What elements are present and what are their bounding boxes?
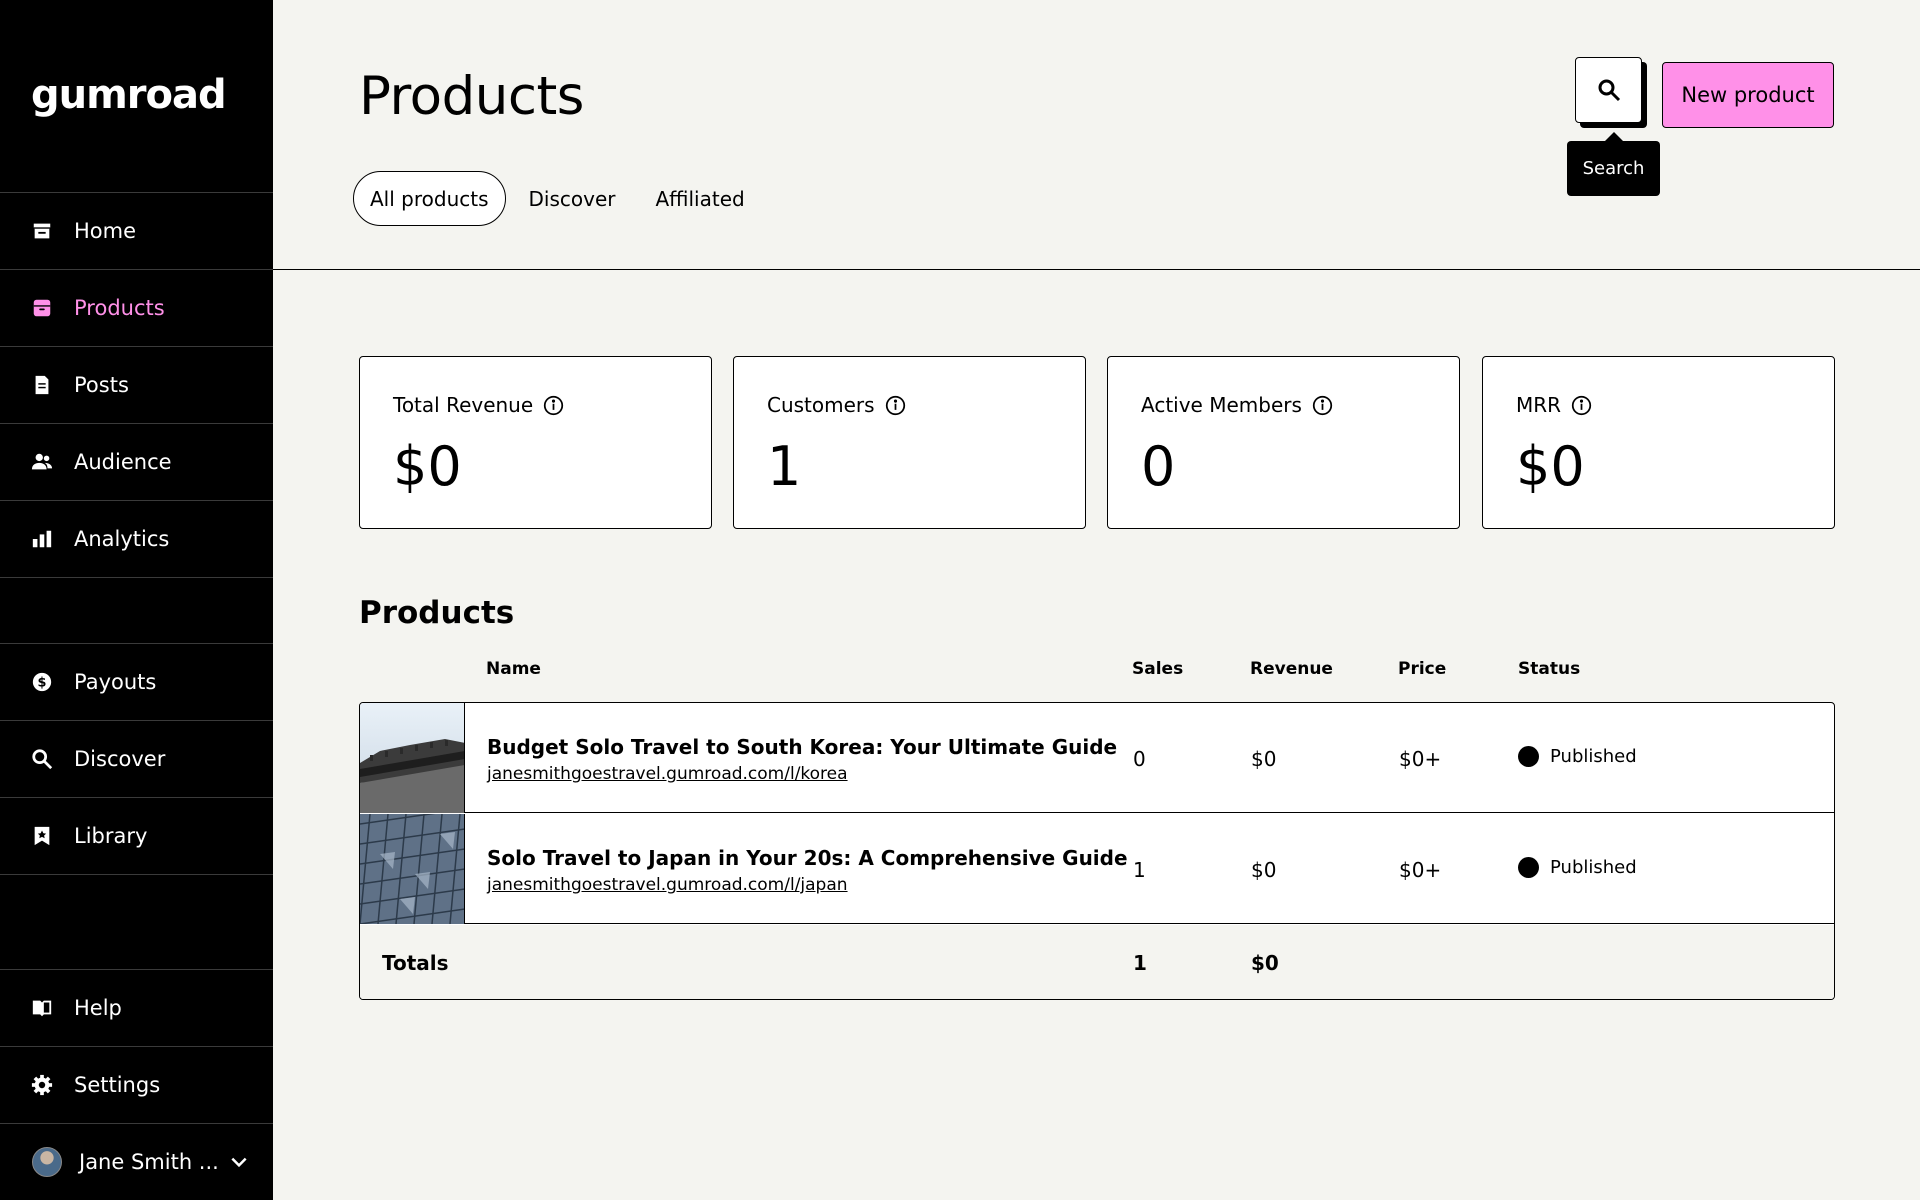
dollar-icon: $ [31,671,53,693]
status-label: Published [1550,857,1637,878]
status-dot-icon [1518,857,1539,878]
status-badge: Published [1518,857,1637,878]
column-header-sales[interactable]: Sales [1132,659,1183,679]
sidebar-item-discover[interactable]: Discover [0,720,273,797]
stat-value: 0 [1141,435,1176,498]
store-icon [31,220,53,242]
bookmark-icon [31,825,53,847]
sidebar-item-products[interactable]: Products [0,269,273,346]
totals-revenue: $0 [1251,951,1279,975]
stat-label: Total Revenue [393,393,534,417]
products-table: Budget Solo Travel to South Korea: Your … [359,702,1835,1000]
sidebar-item-analytics[interactable]: Analytics [0,500,273,577]
sidebar-item-label: Home [74,219,137,243]
stat-value: $0 [1516,435,1585,498]
sidebar-item-label: Products [74,296,165,320]
info-icon[interactable] [1312,395,1333,416]
svg-text:$: $ [38,676,47,691]
products-section-title: Products [359,595,515,631]
sidebar-item-settings[interactable]: Settings [0,1046,273,1123]
info-icon[interactable] [543,395,564,416]
search-icon [1598,79,1620,102]
product-url-link[interactable]: janesmithgoestravel.gumroad.com/l/japan [487,875,848,895]
info-icon[interactable] [1571,395,1592,416]
totals-row: Totals 1 $0 [360,925,1834,999]
stat-label: MRR [1516,393,1562,417]
archive-icon [31,297,53,319]
product-url-link[interactable]: janesmithgoestravel.gumroad.com/l/korea [487,764,848,784]
sidebar-item-label: Discover [74,747,166,771]
table-row[interactable]: Solo Travel to Japan in Your 20s: A Comp… [360,814,1834,924]
product-sales: 1 [1133,858,1146,882]
bar-chart-icon [31,528,53,550]
sidebar-item-label: Audience [74,450,172,474]
column-header-name[interactable]: Name [486,659,541,679]
stat-card-total-revenue: Total Revenue $0 [359,356,712,529]
search-icon [31,748,53,770]
search-tooltip: Search [1567,132,1660,196]
status-dot-icon [1518,746,1539,767]
sidebar-divider [0,874,273,875]
column-header-status[interactable]: Status [1518,659,1580,679]
sidebar-item-label: Settings [74,1073,161,1097]
document-icon [31,374,53,396]
sidebar-divider [0,577,273,578]
stat-card-customers: Customers 1 [733,356,1086,529]
sidebar-item-help[interactable]: Help [0,969,273,1046]
product-price: $0+ [1399,858,1442,882]
stat-card-mrr: MRR $0 [1482,356,1835,529]
product-sales: 0 [1133,747,1146,771]
sidebar-item-label: Payouts [74,670,157,694]
status-label: Published [1550,746,1637,767]
column-header-price[interactable]: Price [1398,659,1446,679]
page-title: Products [359,66,584,127]
people-icon [31,451,53,473]
product-thumbnail [360,814,465,924]
book-icon [31,997,53,1019]
gear-icon [31,1074,53,1096]
totals-label: Totals [382,951,449,975]
sidebar-item-label: Help [74,996,122,1020]
user-menu[interactable]: Jane Smith ... [0,1123,273,1200]
stat-label: Customers [767,393,875,417]
table-row[interactable]: Budget Solo Travel to South Korea: Your … [360,703,1834,813]
stat-label: Active Members [1141,393,1302,417]
stat-value: 1 [767,435,802,498]
user-name: Jane Smith ... [79,1150,219,1174]
sidebar-item-library[interactable]: Library [0,797,273,874]
sidebar-item-label: Posts [74,373,129,397]
page-header: Products All products Discover Affiliate… [273,0,1920,270]
tab-all-products[interactable]: All products [353,171,506,226]
sidebar-item-home[interactable]: Home [0,192,273,269]
tab-discover[interactable]: Discover [512,171,633,226]
sidebar-item-label: Analytics [74,527,170,551]
product-name[interactable]: Solo Travel to Japan in Your 20s: A Comp… [487,846,1128,870]
status-badge: Published [1518,746,1637,767]
sidebar-item-audience[interactable]: Audience [0,423,273,500]
product-revenue: $0 [1251,858,1277,882]
totals-sales: 1 [1133,951,1147,975]
sidebar-item-label: Library [74,824,148,848]
gumroad-logo[interactable]: gumroad [31,72,227,118]
chevron-down-icon [231,1157,247,1168]
search-button[interactable] [1575,57,1642,123]
sidebar-item-posts[interactable]: Posts [0,346,273,423]
new-product-button[interactable]: New product [1662,62,1834,128]
sidebar-item-payouts[interactable]: $ Payouts [0,643,273,720]
stat-card-active-members: Active Members 0 [1107,356,1460,529]
product-revenue: $0 [1251,747,1277,771]
product-thumbnail [360,703,465,813]
column-header-revenue[interactable]: Revenue [1250,659,1333,679]
product-name[interactable]: Budget Solo Travel to South Korea: Your … [487,735,1117,759]
info-icon[interactable] [885,395,906,416]
product-tabs: All products Discover Affiliated [353,171,762,226]
product-price: $0+ [1399,747,1442,771]
avatar [32,1147,62,1177]
tab-affiliated[interactable]: Affiliated [638,171,761,226]
stat-value: $0 [393,435,462,498]
sidebar: gumroad Home Products Posts Audience Ana… [0,0,273,1200]
